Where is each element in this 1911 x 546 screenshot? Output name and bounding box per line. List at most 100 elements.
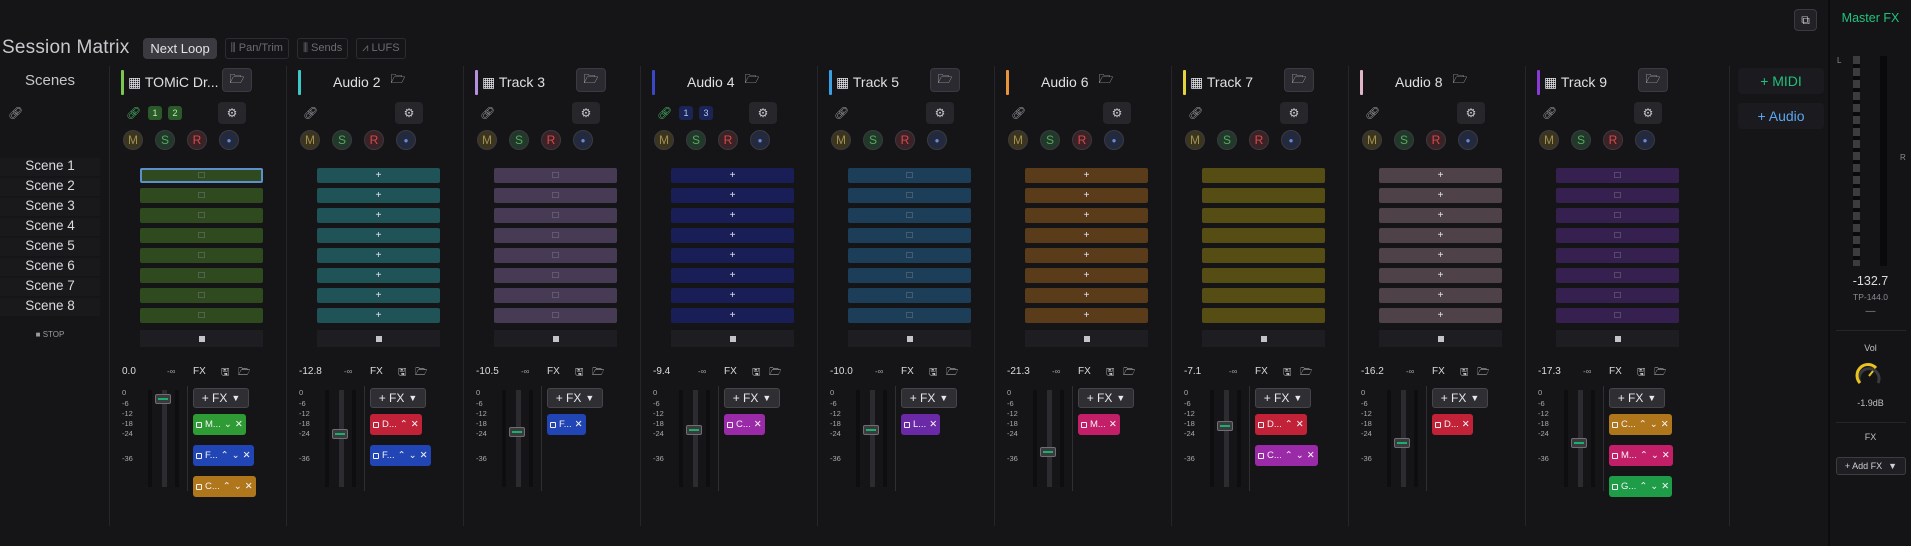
- scene-8[interactable]: Scene 8: [0, 298, 100, 316]
- clip-slot[interactable]: □: [1556, 188, 1679, 203]
- clip-slot[interactable]: +: [671, 288, 794, 303]
- clip-slot[interactable]: □: [1556, 248, 1679, 263]
- clip-slot[interactable]: □: [494, 168, 617, 183]
- clip-slot[interactable]: +: [1025, 188, 1148, 203]
- clip-slot[interactable]: □: [494, 228, 617, 243]
- close-icon[interactable]: ✕: [1661, 481, 1669, 492]
- clip-slot[interactable]: □: [494, 268, 617, 283]
- clip-slot[interactable]: □: [140, 308, 263, 323]
- close-icon[interactable]: ✕: [235, 419, 243, 430]
- plugin-slot[interactable]: L... ✕: [901, 414, 941, 435]
- folder-icon[interactable]: 🗁︎: [769, 365, 781, 382]
- monitor-button[interactable]: ●: [219, 130, 239, 150]
- plugin-slot[interactable]: M... ✕: [1078, 414, 1120, 435]
- record-button[interactable]: R: [1072, 130, 1092, 150]
- link-icon[interactable]: 🔗︎: [657, 106, 672, 120]
- folder-icon[interactable]: 🗁︎: [1477, 365, 1489, 382]
- clip-slot[interactable]: +: [317, 308, 440, 323]
- link-icon[interactable]: 🔗︎: [8, 106, 23, 120]
- volume-knob[interactable]: [1855, 362, 1883, 390]
- clip-stop-button[interactable]: [1379, 330, 1502, 347]
- folder-icon[interactable]: 🗁︎: [1123, 365, 1135, 382]
- link-icon[interactable]: 🔗︎: [480, 106, 495, 120]
- scene-6[interactable]: Scene 6: [0, 258, 100, 276]
- scene-1[interactable]: Scene 1: [0, 158, 100, 176]
- plugin-slot[interactable]: D... ✕: [1432, 414, 1473, 435]
- plugin-power-icon[interactable]: [1435, 421, 1441, 428]
- chevron-down-icon[interactable]: ⌄: [232, 450, 240, 461]
- plugin-power-icon[interactable]: [1612, 421, 1618, 428]
- mute-button[interactable]: M: [1008, 130, 1028, 150]
- clip-slot[interactable]: [1202, 168, 1325, 183]
- clip-slot[interactable]: □: [848, 248, 971, 263]
- record-button[interactable]: R: [541, 130, 561, 150]
- solo-button[interactable]: S: [1217, 130, 1237, 150]
- save-icon[interactable]: 🖫︎: [929, 365, 938, 382]
- clip-slot[interactable]: □: [140, 248, 263, 263]
- clip-slot[interactable]: □: [848, 288, 971, 303]
- clip-slot[interactable]: □: [1556, 288, 1679, 303]
- sends-button[interactable]: ⫼ Sends: [296, 37, 349, 59]
- clip-slot[interactable]: □: [848, 188, 971, 203]
- track-name[interactable]: Audio 4: [687, 74, 734, 90]
- add-fx-button[interactable]: + FX ▼: [547, 388, 603, 408]
- track-name[interactable]: Audio 6: [1041, 74, 1088, 90]
- close-icon[interactable]: ✕: [420, 450, 428, 461]
- monitor-button[interactable]: ●: [1104, 130, 1124, 150]
- clip-slot[interactable]: +: [1025, 228, 1148, 243]
- clip-slot[interactable]: □: [494, 288, 617, 303]
- plugin-power-icon[interactable]: [550, 421, 556, 428]
- record-button[interactable]: R: [1249, 130, 1269, 150]
- track-name[interactable]: Audio 2: [333, 74, 380, 90]
- monitor-button[interactable]: ●: [1458, 130, 1478, 150]
- folder-icon[interactable]: 🗁︎: [1654, 365, 1666, 382]
- folder-icon[interactable]: 🗁︎: [1638, 68, 1668, 92]
- clip-slot[interactable]: +: [317, 248, 440, 263]
- add-fx-button[interactable]: + FX ▼: [370, 388, 426, 408]
- track-name[interactable]: ▦ Track 5: [836, 74, 899, 91]
- settings-button[interactable]: ⚙: [1103, 102, 1131, 124]
- save-icon[interactable]: 🖫︎: [752, 365, 761, 382]
- chevron-down-icon[interactable]: ⌄: [1651, 450, 1659, 461]
- link-icon[interactable]: 🔗︎: [126, 106, 141, 120]
- solo-button[interactable]: S: [509, 130, 529, 150]
- clip-slot[interactable]: [1202, 188, 1325, 203]
- chevron-down-icon[interactable]: ⌄: [234, 481, 242, 492]
- chevron-down-icon[interactable]: ⌄: [1296, 450, 1304, 461]
- clip-slot[interactable]: +: [1025, 168, 1148, 183]
- volume-fader[interactable]: [1217, 421, 1233, 431]
- link-icon[interactable]: 🔗︎: [834, 106, 849, 120]
- clip-slot[interactable]: □: [140, 208, 263, 223]
- clip-slot[interactable]: +: [1025, 288, 1148, 303]
- clip-slot[interactable]: +: [1379, 168, 1502, 183]
- plugin-power-icon[interactable]: [196, 452, 202, 459]
- clip-slot[interactable]: +: [317, 188, 440, 203]
- solo-button[interactable]: S: [155, 130, 175, 150]
- record-button[interactable]: R: [718, 130, 738, 150]
- clip-slot[interactable]: +: [1379, 288, 1502, 303]
- clip-slot[interactable]: □: [1556, 208, 1679, 223]
- add-fx-button[interactable]: + FX ▼: [724, 388, 780, 408]
- solo-button[interactable]: S: [1571, 130, 1591, 150]
- plugin-slot[interactable]: F... ✕: [547, 414, 586, 435]
- clip-slot[interactable]: +: [1379, 188, 1502, 203]
- clip-stop-button[interactable]: [494, 330, 617, 347]
- stop-all-button[interactable]: ■ STOP: [0, 330, 100, 339]
- volume-fader[interactable]: [1040, 447, 1056, 457]
- close-icon[interactable]: ✕: [1109, 419, 1117, 430]
- clip-slot[interactable]: +: [317, 268, 440, 283]
- solo-button[interactable]: S: [863, 130, 883, 150]
- clip-slot[interactable]: +: [317, 228, 440, 243]
- scene-3[interactable]: Scene 3: [0, 198, 100, 216]
- folder-icon[interactable]: 🗁︎: [930, 68, 960, 92]
- clip-slot[interactable]: □: [1556, 268, 1679, 283]
- clip-slot[interactable]: □: [494, 308, 617, 323]
- clip-slot[interactable]: +: [1025, 268, 1148, 283]
- clip-stop-button[interactable]: [317, 330, 440, 347]
- clip-slot[interactable]: □: [1556, 228, 1679, 243]
- plugin-power-icon[interactable]: [727, 421, 733, 428]
- clip-slot[interactable]: □: [494, 248, 617, 263]
- close-icon[interactable]: ✕: [243, 450, 251, 461]
- clip-slot[interactable]: □: [848, 268, 971, 283]
- folder-icon[interactable]: 🗁︎: [1284, 68, 1314, 92]
